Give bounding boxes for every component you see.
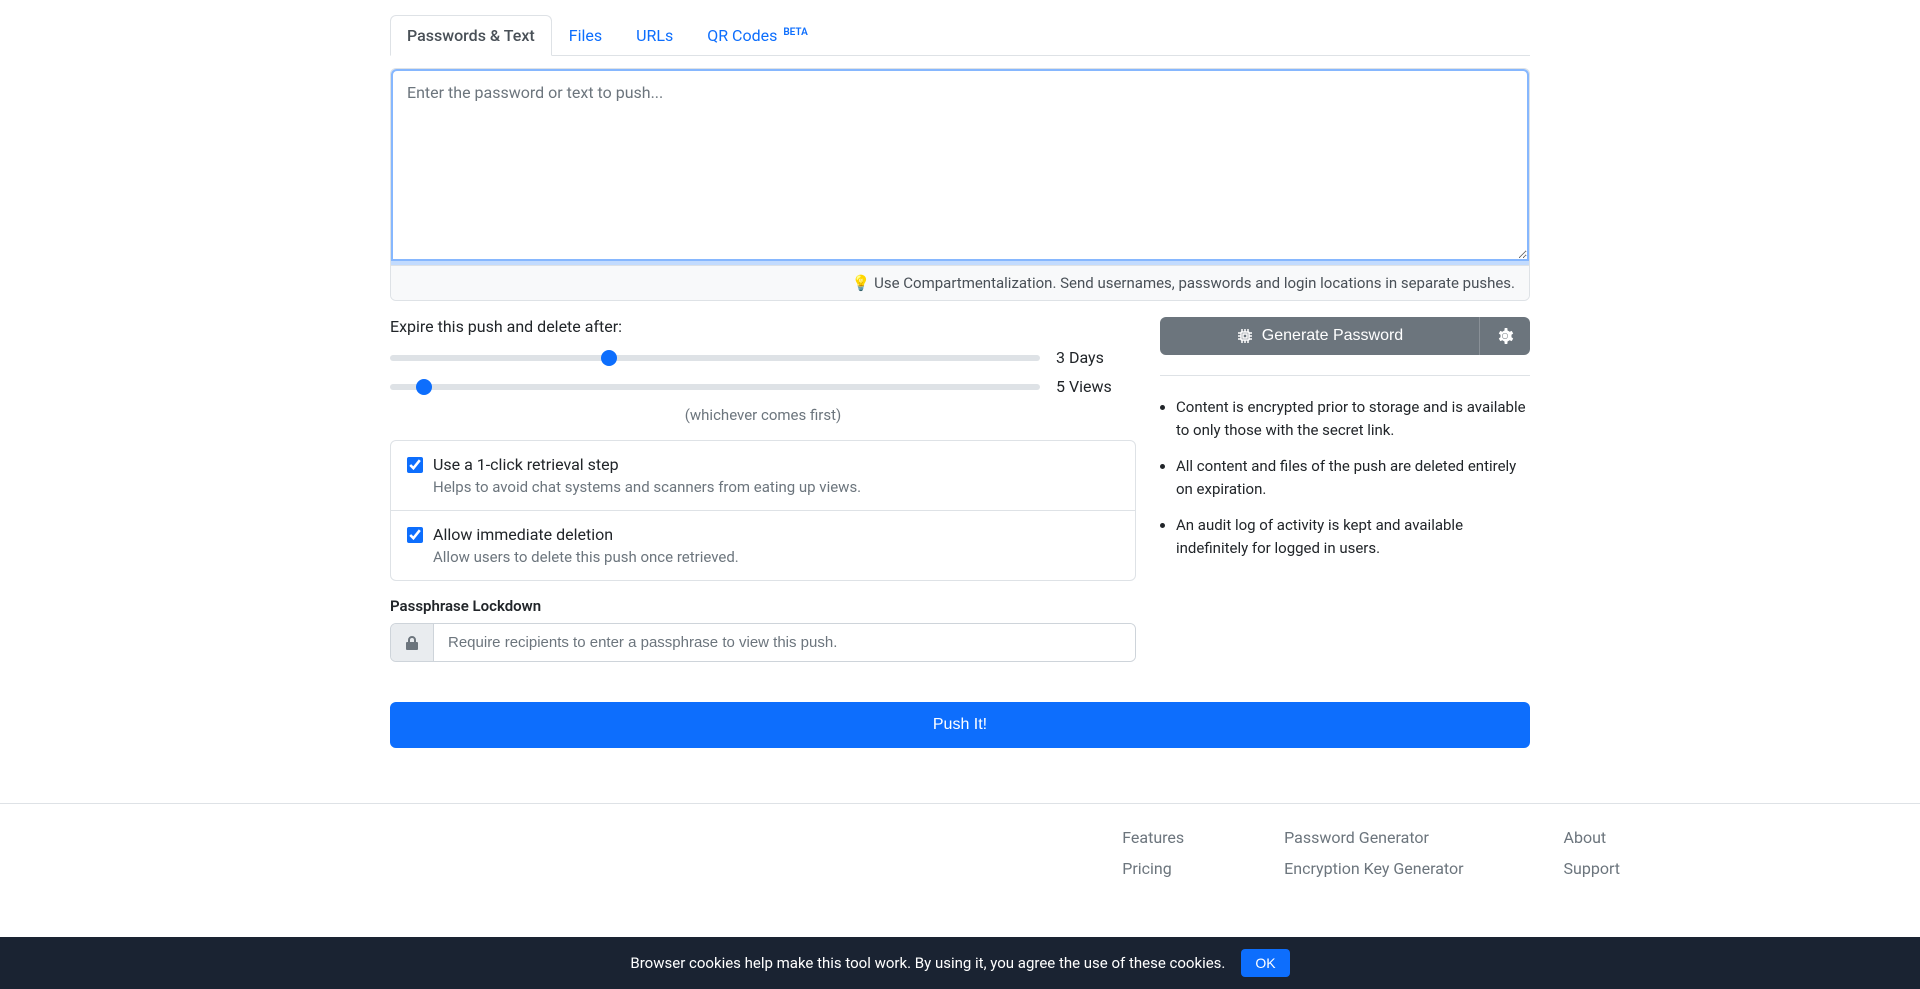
info-list: Content is encrypted prior to storage an… [1160, 396, 1530, 559]
option-retrieval: Use a 1-click retrieval step Helps to av… [391, 441, 1135, 511]
option-deletion: Allow immediate deletion Allow users to … [391, 511, 1135, 580]
deletion-title: Allow immediate deletion [433, 525, 613, 544]
tab-urls[interactable]: URLs [619, 15, 690, 56]
tab-files[interactable]: Files [552, 15, 619, 56]
cookie-banner: Browser cookies help make this tool work… [0, 937, 1920, 989]
retrieval-checkbox[interactable] [407, 457, 423, 473]
tab-passwords-text[interactable]: Passwords & Text [390, 15, 552, 56]
passphrase-input-group [390, 623, 1136, 662]
passphrase-input[interactable] [434, 624, 1135, 661]
retrieval-desc: Helps to avoid chat systems and scanners… [433, 478, 1119, 496]
whichever-text: (whichever comes first) [390, 406, 1136, 424]
footer: Features Pricing Password Generator Encr… [200, 828, 1720, 878]
generate-btn-group: Generate Password [1160, 317, 1530, 355]
views-slider[interactable] [390, 384, 1040, 390]
tab-qr-codes[interactable]: QR Codes BETA [690, 15, 825, 56]
footer-col-3: About Support [1564, 828, 1620, 878]
textarea-wrapper: 💡 Use Compartmentalization. Send usernam… [390, 68, 1530, 301]
cpu-icon [1236, 327, 1254, 345]
options-box: Use a 1-click retrieval step Helps to av… [390, 440, 1136, 581]
views-value: 5 Views [1056, 377, 1136, 396]
footer-col-1: Features Pricing [1122, 828, 1184, 878]
footer-link-features[interactable]: Features [1122, 828, 1184, 847]
cookie-text: Browser cookies help make this tool work… [630, 954, 1225, 972]
footer-link-encryption-gen[interactable]: Encryption Key Generator [1284, 859, 1463, 878]
days-value: 3 Days [1056, 348, 1136, 367]
generate-button-label: Generate Password [1262, 327, 1403, 345]
textarea-hint: 💡 Use Compartmentalization. Send usernam… [391, 265, 1529, 300]
gear-icon [1496, 327, 1514, 345]
divider [1160, 375, 1530, 376]
retrieval-title: Use a 1-click retrieval step [433, 455, 619, 474]
lock-icon [405, 635, 419, 651]
footer-col-2: Password Generator Encryption Key Genera… [1284, 828, 1463, 878]
footer-link-pricing[interactable]: Pricing [1122, 859, 1184, 878]
expire-label: Expire this push and delete after: [390, 317, 1136, 336]
passphrase-label: Passphrase Lockdown [390, 597, 1136, 615]
info-item-1: Content is encrypted prior to storage an… [1176, 396, 1530, 441]
info-item-2: All content and files of the push are de… [1176, 455, 1530, 500]
password-textarea[interactable] [391, 69, 1529, 261]
lock-icon-box [391, 624, 434, 661]
footer-link-about[interactable]: About [1564, 828, 1620, 847]
generate-password-button[interactable]: Generate Password [1160, 317, 1479, 355]
beta-badge: BETA [783, 27, 807, 38]
deletion-desc: Allow users to delete this push once ret… [433, 548, 1119, 566]
tab-qr-label: QR Codes [707, 26, 777, 45]
generate-settings-button[interactable] [1479, 317, 1530, 355]
info-item-3: An audit log of activity is kept and ava… [1176, 514, 1530, 559]
push-it-button[interactable]: Push It! [390, 702, 1530, 748]
footer-link-password-gen[interactable]: Password Generator [1284, 828, 1463, 847]
footer-link-support[interactable]: Support [1564, 859, 1620, 878]
deletion-checkbox[interactable] [407, 527, 423, 543]
cookie-ok-button[interactable]: OK [1241, 949, 1289, 977]
days-slider[interactable] [390, 355, 1040, 361]
tabs-nav: Passwords & Text Files URLs QR Codes BET… [390, 15, 1530, 56]
